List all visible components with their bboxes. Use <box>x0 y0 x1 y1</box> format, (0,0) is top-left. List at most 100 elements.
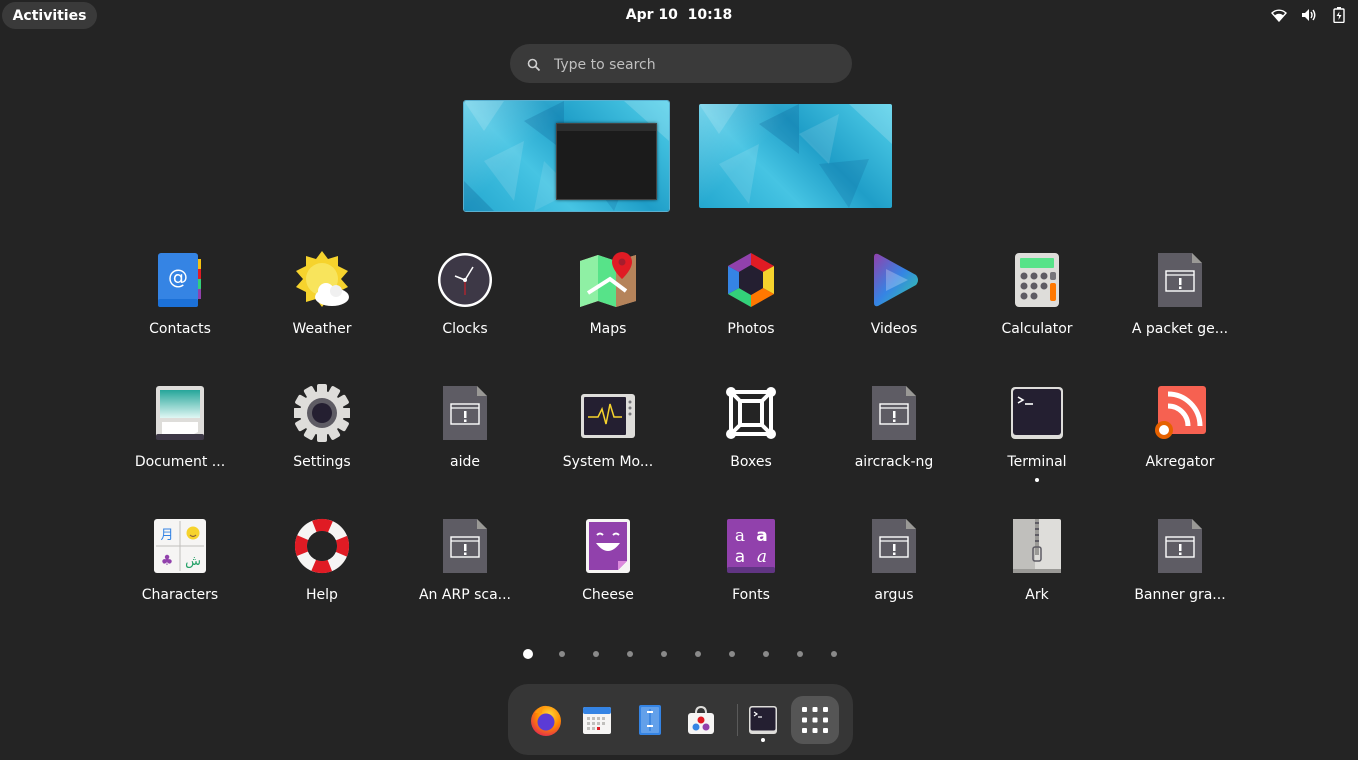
help-lifebuoy-icon <box>295 519 349 573</box>
app-fonts[interactable]: a a a a Fonts <box>691 517 811 617</box>
app-label: Help <box>306 587 338 603</box>
svg-text:@: @ <box>168 265 188 289</box>
app-aircrack-ng[interactable]: aircrack-ng <box>834 384 954 484</box>
system-tray[interactable] <box>1270 6 1348 24</box>
app-label: argus <box>874 587 914 603</box>
characters-icon: 月 ♣ ش <box>154 519 206 573</box>
app-boxes[interactable]: Boxes <box>691 384 811 484</box>
app-characters[interactable]: 月 ♣ ش Characters <box>120 517 240 617</box>
app-maps[interactable]: Maps <box>548 251 668 351</box>
page-dot-9[interactable] <box>797 651 803 657</box>
page-dot-3[interactable] <box>593 651 599 657</box>
generic-app-icon <box>443 386 487 440</box>
running-indicator <box>761 738 765 742</box>
app-label: Akregator <box>1145 454 1215 470</box>
app-system-monitor[interactable]: System Mo... <box>548 384 668 484</box>
app-label: Document ... <box>134 454 226 470</box>
app-help[interactable]: Help <box>262 517 382 617</box>
document-scanner-icon <box>156 386 204 440</box>
generic-app-icon <box>443 519 487 573</box>
app-label: Characters <box>141 587 219 603</box>
workspace-thumbnail-2[interactable] <box>699 104 892 208</box>
firefox-icon[interactable] <box>529 703 563 737</box>
svg-text:a: a <box>735 547 745 567</box>
search-input[interactable] <box>552 44 846 85</box>
app-calculator[interactable]: Calculator <box>977 251 1097 351</box>
app-packet-generator[interactable]: A packet ge... <box>1120 251 1240 351</box>
page-dot-6[interactable] <box>695 651 701 657</box>
battery-icon[interactable] <box>1330 6 1348 24</box>
running-indicator <box>1035 478 1039 482</box>
app-label: Videos <box>870 321 918 337</box>
generic-app-icon <box>1158 253 1202 307</box>
app-label: Ark <box>1025 587 1049 603</box>
search-bar[interactable] <box>510 44 852 85</box>
app-akregator[interactable]: Akregator <box>1120 384 1240 484</box>
wifi-icon[interactable] <box>1270 6 1288 24</box>
calendar-icon[interactable] <box>580 703 614 737</box>
page-dot-10[interactable] <box>831 651 837 657</box>
boxes-icon <box>726 387 776 439</box>
app-label: Contacts <box>149 321 211 337</box>
clock: Apr 10 10:18 <box>0 7 1358 23</box>
show-apps-button[interactable] <box>791 696 839 744</box>
app-settings[interactable]: Settings <box>262 384 382 484</box>
workspace-thumbnail-1[interactable] <box>463 100 670 212</box>
app-document-scanner[interactable]: Document ... <box>120 384 240 484</box>
page-dot-8[interactable] <box>763 651 769 657</box>
app-terminal[interactable]: Terminal <box>977 384 1097 484</box>
app-weather[interactable]: Weather <box>262 251 382 351</box>
app-cheese[interactable]: Cheese <box>548 517 668 617</box>
maps-icon <box>580 252 636 307</box>
app-ark[interactable]: Ark <box>977 517 1097 617</box>
fonts-icon: a a a a <box>727 519 775 573</box>
date-time-label[interactable]: Apr 10 10:18 <box>626 7 732 23</box>
files-icon[interactable] <box>632 703 666 737</box>
app-label: Settings <box>293 454 351 470</box>
app-aide[interactable]: aide <box>405 384 525 484</box>
activities-button[interactable]: Activities <box>2 2 97 29</box>
terminal-icon[interactable] <box>746 703 780 737</box>
app-label: A packet ge... <box>1131 321 1229 337</box>
dash-dock <box>508 684 853 755</box>
page-dot-4[interactable] <box>627 651 633 657</box>
cheese-icon <box>586 519 630 573</box>
terminal-window-thumbnail[interactable] <box>556 123 657 200</box>
app-videos[interactable]: Videos <box>834 251 954 351</box>
weather-icon <box>296 251 349 307</box>
page-dot-5[interactable] <box>661 651 667 657</box>
app-label: An ARP sca... <box>418 587 512 603</box>
app-label: aide <box>450 454 480 470</box>
svg-text:月: 月 <box>160 528 173 543</box>
app-label: System Mo... <box>562 454 654 470</box>
rss-feed-icon <box>1155 386 1206 439</box>
app-label: Fonts <box>732 587 770 603</box>
videos-icon <box>874 253 918 307</box>
app-label: Photos <box>727 321 775 337</box>
volume-icon[interactable] <box>1300 6 1318 24</box>
app-label: Maps <box>589 321 627 337</box>
app-arp-scanner[interactable]: An ARP sca... <box>405 517 525 617</box>
terminal-icon <box>1011 387 1063 439</box>
app-banner-grabber[interactable]: Banner gra... <box>1120 517 1240 617</box>
app-photos[interactable]: Photos <box>691 251 811 351</box>
page-dot-2[interactable] <box>559 651 565 657</box>
app-label: Terminal <box>1007 454 1067 470</box>
generic-app-icon <box>1158 519 1202 573</box>
dock-separator <box>737 704 738 736</box>
system-monitor-icon <box>581 394 635 438</box>
top-bar: Activities Apr 10 10:18 <box>0 0 1358 30</box>
app-label: Weather <box>292 321 352 337</box>
page-dot-1[interactable] <box>523 649 533 659</box>
page-dot-7[interactable] <box>729 651 735 657</box>
generic-app-icon <box>872 386 916 440</box>
app-label: Banner gra... <box>1134 587 1226 603</box>
svg-text:a: a <box>735 526 745 546</box>
app-label: Boxes <box>730 454 772 470</box>
svg-text:ش: ش <box>185 554 201 569</box>
app-label: Clocks <box>442 321 488 337</box>
app-argus[interactable]: argus <box>834 517 954 617</box>
app-clocks[interactable]: Clocks <box>405 251 525 351</box>
software-store-icon[interactable] <box>684 703 718 737</box>
app-contacts[interactable]: @ Contacts <box>120 251 240 351</box>
